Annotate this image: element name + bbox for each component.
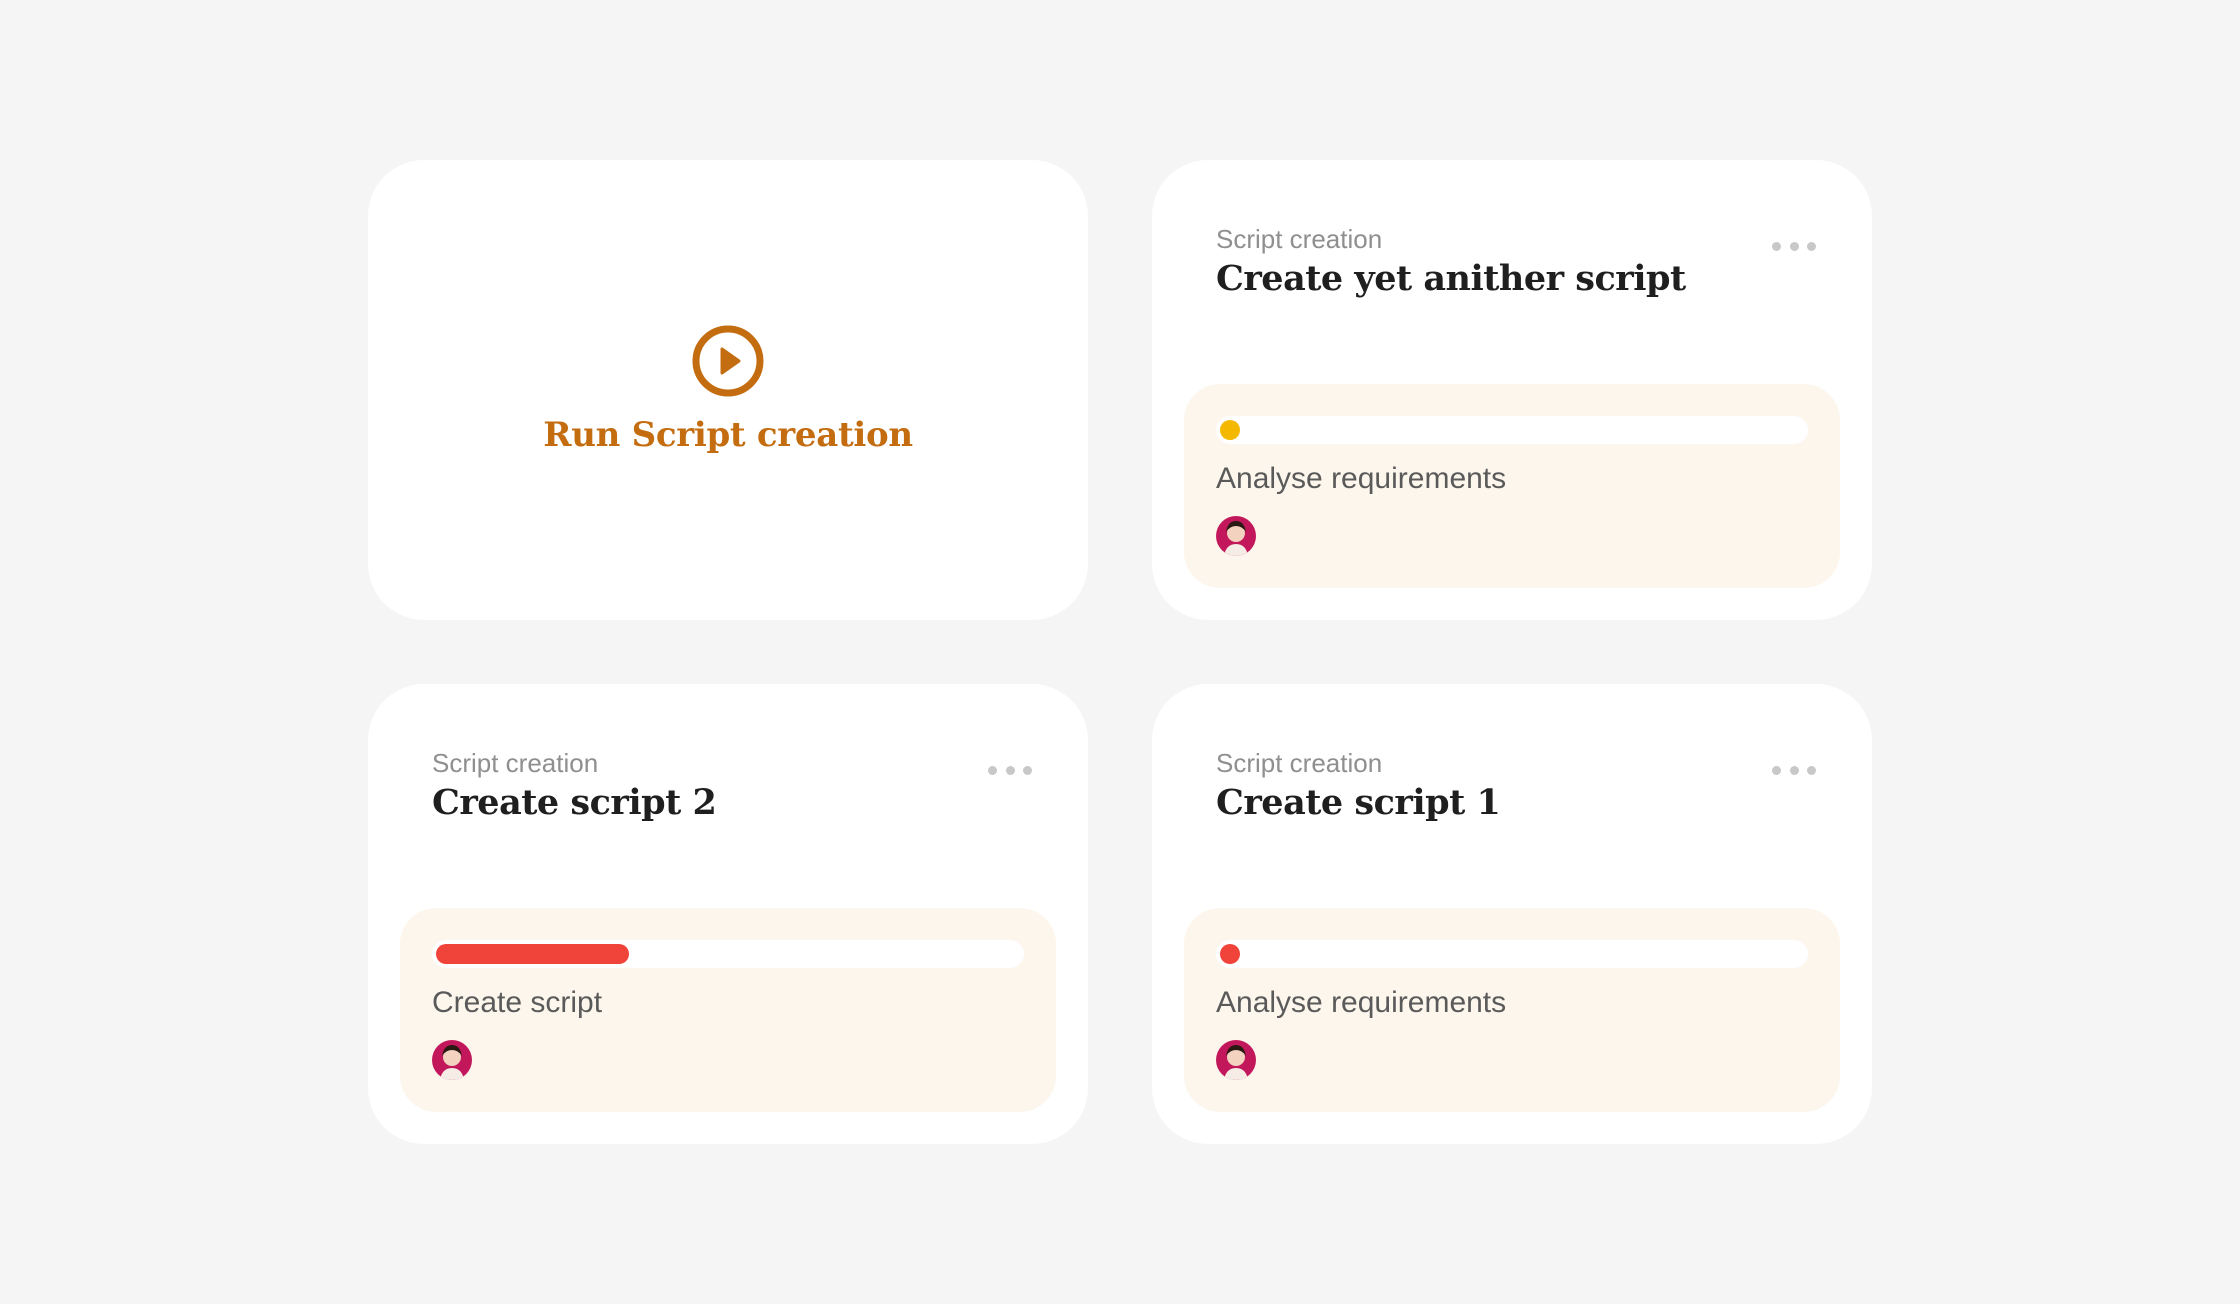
script-card[interactable]: Script creation Create yet anither scrip…	[1152, 160, 1872, 620]
progress-fill	[436, 944, 629, 964]
more-options-icon[interactable]	[988, 760, 1032, 780]
task-label: Analyse requirements	[1216, 986, 1507, 1019]
card-category: Script creation	[432, 748, 599, 778]
assignee-avatar[interactable]	[1216, 516, 1256, 556]
progress-bar	[432, 940, 1024, 968]
run-script-card[interactable]: Run Script creation	[368, 160, 1088, 620]
progress-fill	[1220, 944, 1240, 964]
more-options-icon[interactable]	[1772, 760, 1816, 780]
task-panel: Analyse requirements	[1184, 908, 1840, 1112]
run-script-button[interactable]: Run Script creation	[368, 160, 1088, 620]
task-panel: Create script	[400, 908, 1056, 1112]
assignee-avatar[interactable]	[1216, 1040, 1256, 1080]
task-panel: Analyse requirements	[1184, 384, 1840, 588]
card-category: Script creation	[1216, 748, 1383, 778]
progress-fill	[1220, 420, 1240, 440]
run-script-label: Run Script creation	[543, 415, 913, 455]
card-title: Create script 1	[1216, 782, 1501, 823]
progress-bar	[1216, 416, 1808, 444]
script-card[interactable]: Script creation Create script 1 Analyse …	[1152, 684, 1872, 1144]
script-card[interactable]: Script creation Create script 2 Create s…	[368, 684, 1088, 1144]
card-title: Create yet anither script	[1216, 258, 1686, 299]
card-category: Script creation	[1216, 224, 1383, 254]
play-circle-icon	[692, 325, 764, 397]
card-title: Create script 2	[432, 782, 717, 823]
task-label: Create script	[432, 986, 603, 1019]
progress-bar	[1216, 940, 1808, 968]
task-label: Analyse requirements	[1216, 462, 1507, 495]
more-options-icon[interactable]	[1772, 236, 1816, 256]
assignee-avatar[interactable]	[432, 1040, 472, 1080]
